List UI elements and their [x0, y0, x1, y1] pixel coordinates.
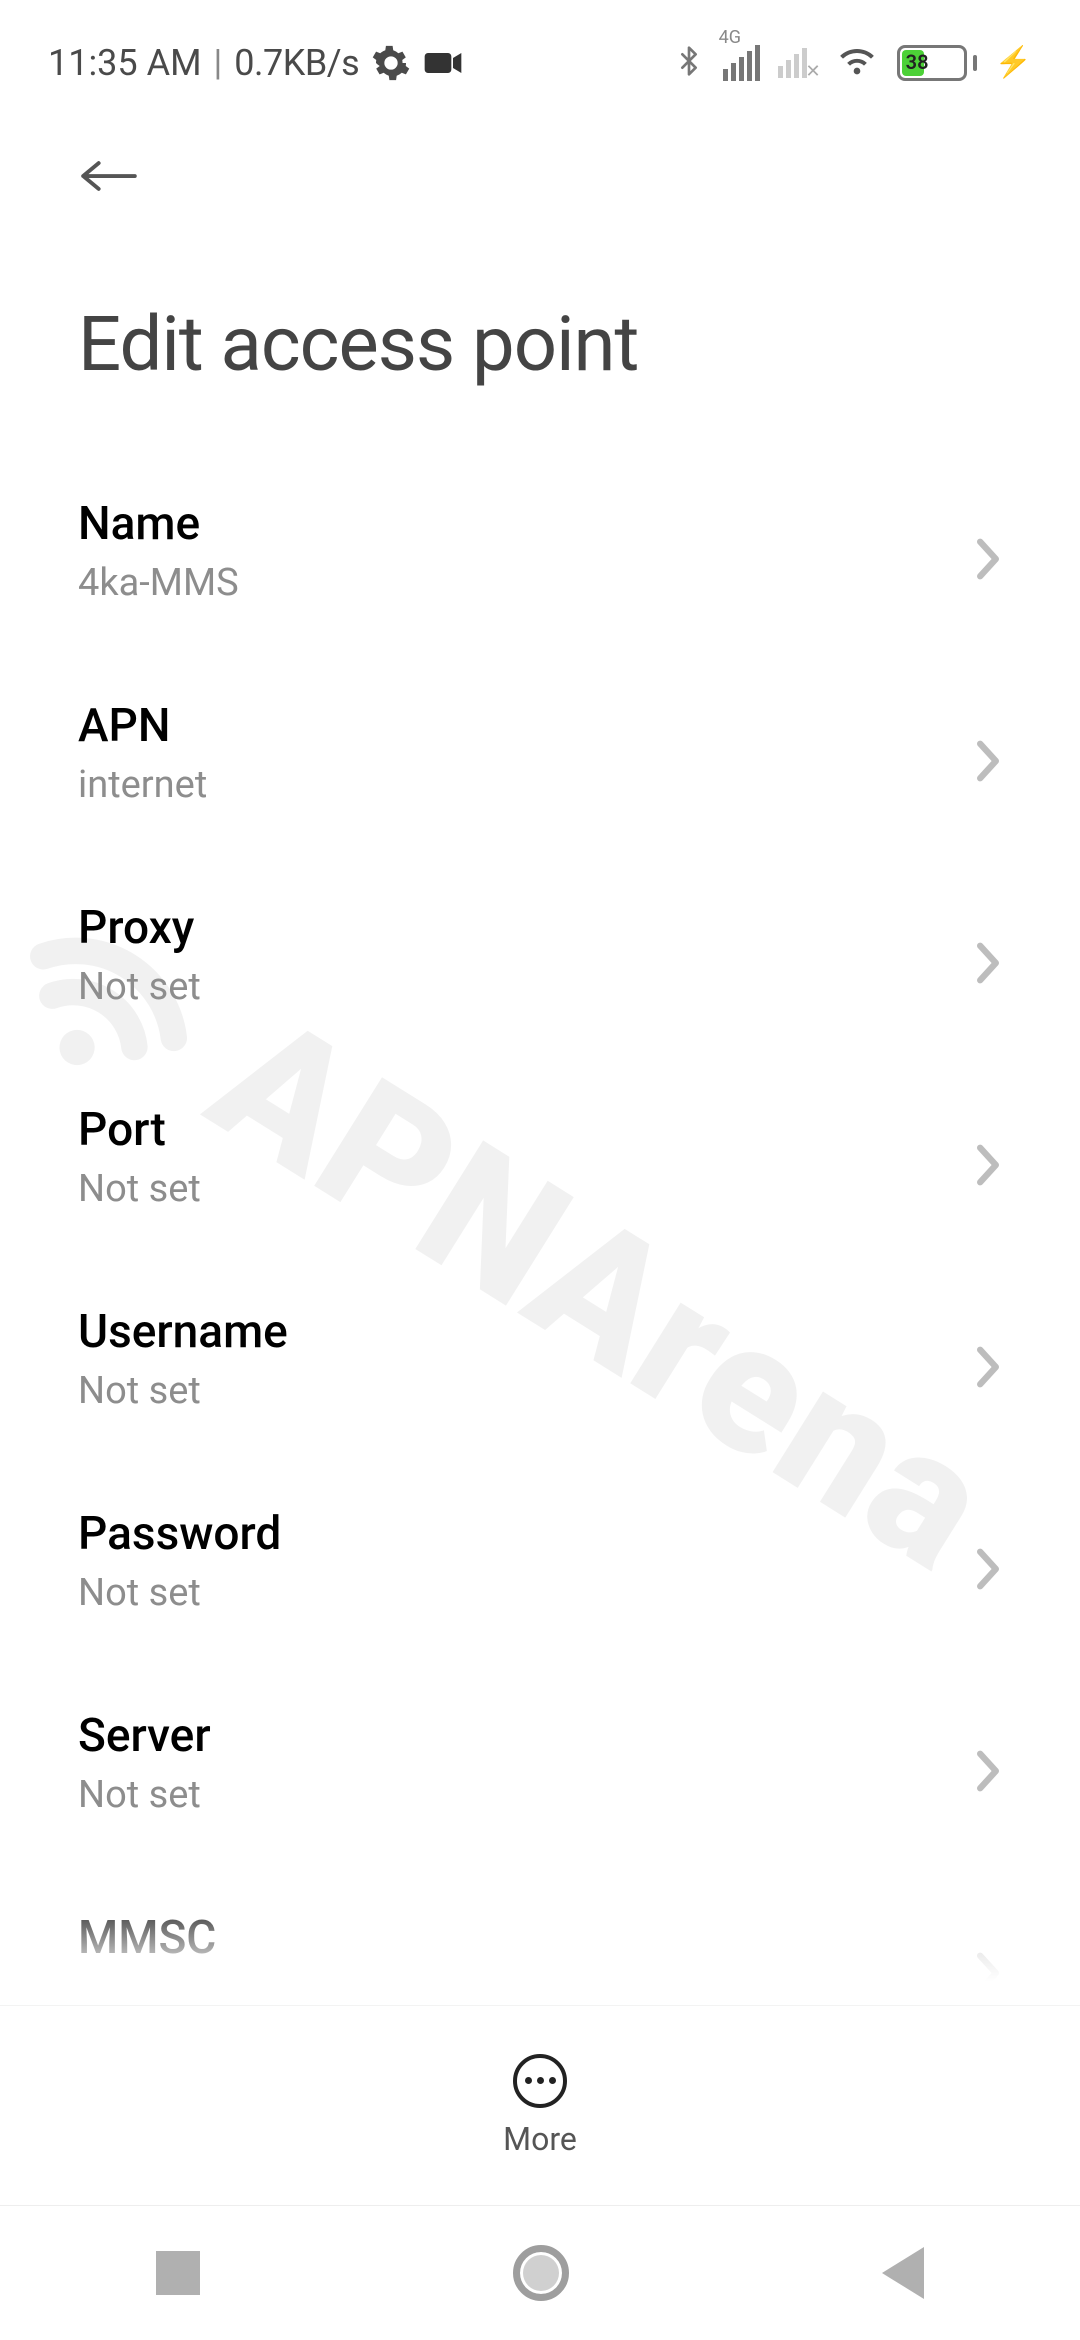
nav-recents-button[interactable] — [156, 2251, 200, 2295]
signal-4g-icon: 4G — [723, 45, 760, 81]
row-proxy[interactable]: Proxy Not set — [78, 853, 1002, 1055]
nav-back-button[interactable] — [882, 2247, 924, 2299]
row-value: Not set — [78, 1571, 281, 1615]
row-value: Not set — [78, 965, 201, 1009]
back-button[interactable] — [78, 145, 140, 207]
row-label: Proxy — [78, 901, 201, 955]
system-navbar — [0, 2205, 1080, 2340]
more-button[interactable]: More — [0, 2005, 1080, 2205]
row-value: internet — [78, 763, 207, 807]
status-net-speed: 0.7KB/s — [234, 42, 359, 84]
more-icon — [513, 2054, 567, 2108]
wifi-icon — [825, 41, 879, 85]
chevron-right-icon — [974, 941, 1002, 969]
page-title: Edit access point — [0, 211, 1080, 449]
chevron-right-icon — [974, 1547, 1002, 1575]
charging-icon: ⚡ — [995, 45, 1032, 80]
chevron-right-icon — [974, 537, 1002, 565]
scroll-fade — [0, 1885, 1080, 2005]
row-label: Username — [78, 1305, 288, 1359]
row-value: Not set — [78, 1369, 288, 1413]
nav-home-button[interactable] — [513, 2245, 569, 2301]
row-value: Not set — [78, 1167, 201, 1211]
row-label: Name — [78, 497, 239, 551]
status-bar: 11:35 AM | 0.7KB/s 4G ✕ — [0, 0, 1080, 95]
signal-nosim-icon: ✕ — [778, 48, 807, 78]
chevron-right-icon — [974, 1143, 1002, 1171]
row-server[interactable]: Server Not set — [78, 1661, 1002, 1863]
row-label: Port — [78, 1103, 201, 1157]
row-label: APN — [78, 699, 207, 753]
chevron-right-icon — [974, 1345, 1002, 1373]
row-value: Not set — [78, 1773, 211, 1817]
status-time: 11:35 AM — [48, 42, 202, 84]
row-apn[interactable]: APN internet — [78, 651, 1002, 853]
gear-icon — [371, 43, 411, 83]
row-label: Server — [78, 1709, 211, 1763]
chevron-right-icon — [974, 1749, 1002, 1777]
row-username[interactable]: Username Not set — [78, 1257, 1002, 1459]
row-label: Password — [78, 1507, 281, 1561]
row-name[interactable]: Name 4ka-MMS — [78, 449, 1002, 651]
camera-icon — [423, 43, 463, 83]
battery-icon: 38 — [897, 45, 977, 81]
row-password[interactable]: Password Not set — [78, 1459, 1002, 1661]
bluetooth-icon — [673, 41, 705, 85]
chevron-right-icon — [974, 739, 1002, 767]
more-label: More — [503, 2120, 577, 2158]
row-value: 4ka-MMS — [78, 561, 239, 605]
row-port[interactable]: Port Not set — [78, 1055, 1002, 1257]
